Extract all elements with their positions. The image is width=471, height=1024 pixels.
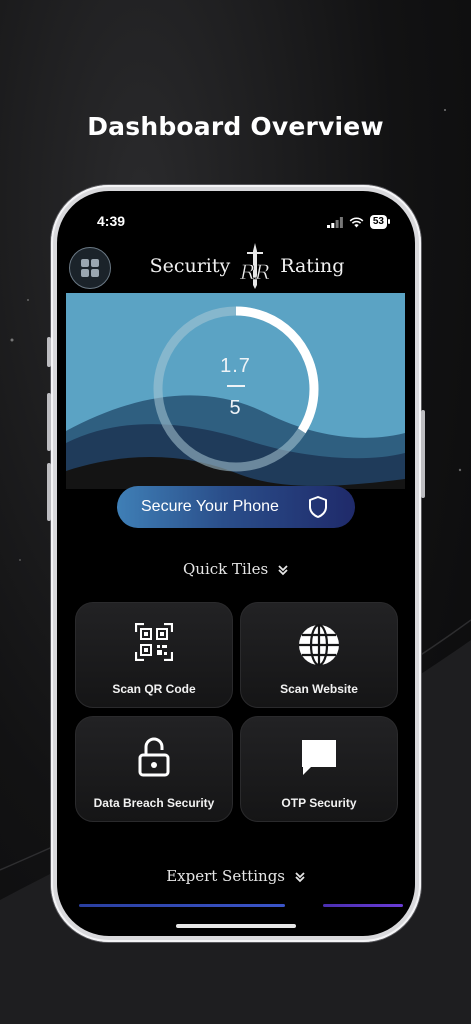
- score-value: 1.7: [220, 355, 251, 377]
- secure-your-phone-button[interactable]: Secure Your Phone: [117, 486, 355, 528]
- phone-screen: 4:39 53 Security RR Rating 1.7 5 Secure …: [57, 191, 415, 936]
- score-banner: 1.7 5: [66, 293, 405, 489]
- chat-icon: [302, 740, 336, 775]
- expert-settings-toggle[interactable]: Expert Settings: [57, 867, 415, 885]
- grid-icon: [81, 259, 99, 277]
- score-divider: [227, 385, 245, 387]
- logo-text: RR: [239, 260, 270, 284]
- quick-tiles-label: Quick Tiles: [183, 560, 269, 578]
- globe-icon: [299, 623, 339, 667]
- tile-label: Data Breach Security: [93, 796, 215, 810]
- status-time: 4:39: [97, 213, 126, 229]
- phone-frame: 4:39 53 Security RR Rating 1.7 5 Secure …: [47, 185, 425, 942]
- status-bar: 4:39 53: [57, 213, 415, 233]
- tile-label: Scan Website: [280, 682, 358, 696]
- bottom-panel-edge: [323, 904, 403, 907]
- side-button-volume-up: [47, 393, 51, 451]
- menu-button[interactable]: [69, 247, 111, 289]
- tile-scan-website[interactable]: Scan Website: [240, 602, 398, 708]
- expert-settings-label: Expert Settings: [166, 867, 286, 885]
- side-button-power: [421, 410, 425, 498]
- tile-otp-security[interactable]: OTP Security: [240, 716, 398, 822]
- score-max: 5: [229, 397, 242, 419]
- lock-icon: [138, 737, 170, 777]
- battery-indicator: 53: [369, 215, 391, 229]
- app-title-right: Rating: [280, 255, 345, 277]
- qr-code-icon: [135, 623, 173, 661]
- score-banner-graphic: [66, 293, 405, 489]
- quick-tiles-toggle[interactable]: Quick Tiles: [57, 560, 415, 578]
- home-indicator[interactable]: [176, 924, 296, 928]
- side-button-mute: [47, 337, 51, 367]
- tile-data-breach-security[interactable]: Data Breach Security: [75, 716, 233, 822]
- bottom-panel-edge: [79, 904, 285, 907]
- tile-label: OTP Security: [281, 796, 357, 810]
- app-title-left: Security: [149, 255, 231, 277]
- shield-icon: [309, 496, 327, 518]
- promo-title: Dashboard Overview: [87, 112, 384, 141]
- side-button-volume-down: [47, 463, 51, 521]
- wifi-icon: [349, 216, 364, 227]
- chevron-double-down-icon: [278, 565, 288, 576]
- app-header-title: Security RR Rating: [127, 243, 367, 289]
- app-logo: RR: [239, 243, 271, 289]
- secure-button-label: Secure Your Phone: [141, 498, 279, 515]
- tile-label: Scan QR Code: [112, 682, 196, 696]
- tile-scan-qr-code[interactable]: Scan QR Code: [75, 602, 233, 708]
- signal-icon: [326, 216, 343, 228]
- chevron-double-down-icon: [295, 872, 305, 883]
